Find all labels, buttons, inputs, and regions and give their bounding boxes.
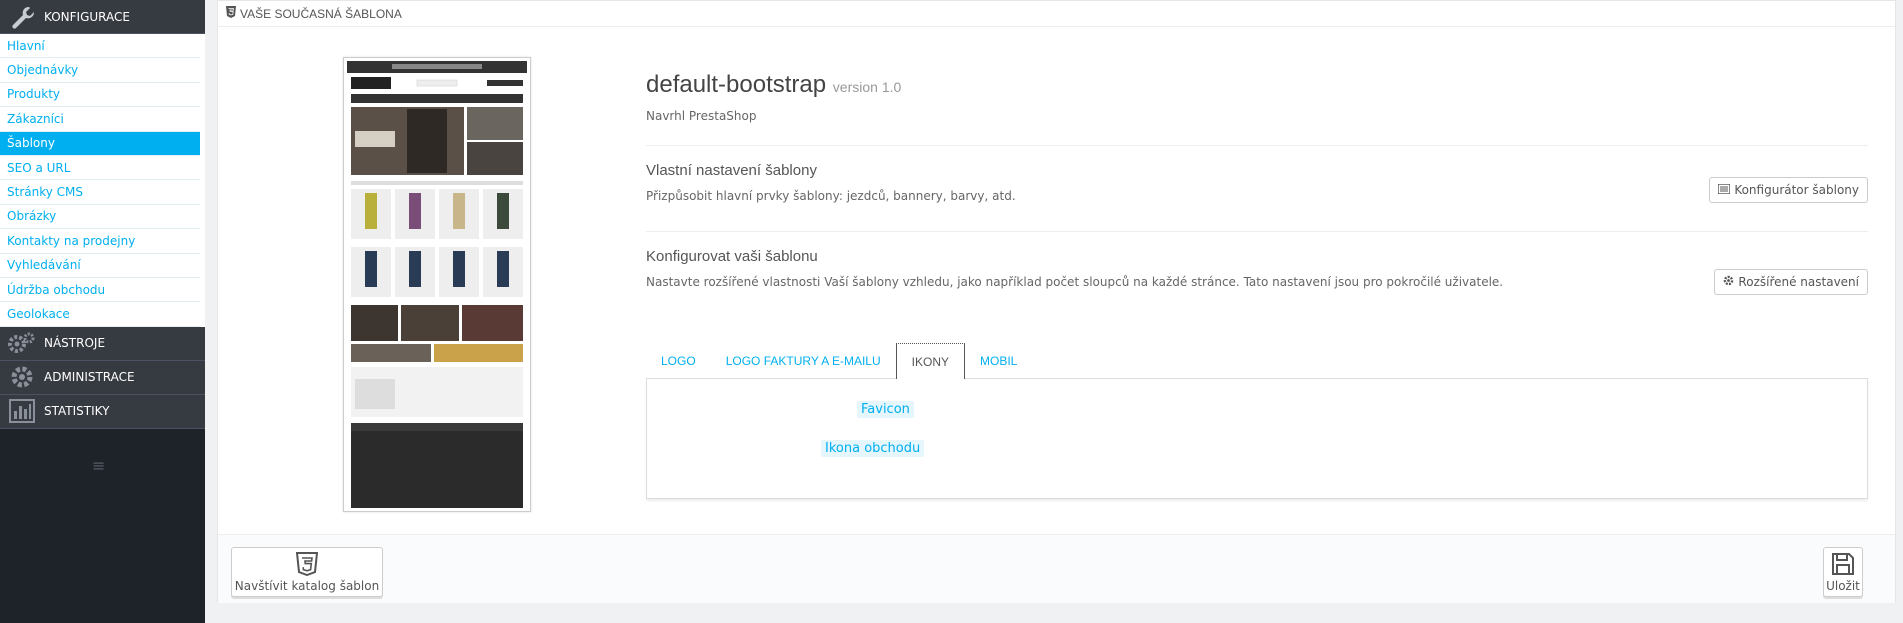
tab-content-icons: Favicon Ikona obchodu (646, 379, 1868, 499)
menu-collapse-icon[interactable]: ≡ (92, 456, 105, 475)
config-section: Konfigurovat vaši šablonu Nastavte rozší… (646, 231, 1868, 317)
favicon-label: Favicon (857, 401, 914, 418)
sidebar-item-cms[interactable]: Stránky CMS (0, 180, 200, 205)
theme-title: default-bootstrap version 1.0 (646, 71, 1868, 99)
settings-tabs: LOGO LOGO FAKTURY A E-MAILU IKONY MOBIL (646, 343, 1868, 379)
sidebar-item-hlavni[interactable]: Hlavní (0, 34, 200, 59)
visit-theme-catalog-label: Navštívit katalog šablon (234, 578, 380, 593)
tab-icons[interactable]: IKONY (895, 343, 965, 379)
sidebar-item-sablony[interactable]: Šablony (0, 131, 200, 156)
custom-settings-desc: Přizpůsobit hlavní prvky šablony: jezdců… (646, 189, 1016, 203)
theme-screenshot (347, 61, 527, 508)
cog-icon (1723, 275, 1734, 289)
html5-icon (295, 551, 319, 579)
sidebar-item-geolokace[interactable]: Geolokace (0, 302, 200, 327)
custom-settings-title: Vlastní nastavení šablony (646, 162, 817, 179)
panel-heading: VAŠE SOUČASNÁ ŠABLONA (218, 1, 1895, 27)
config-desc: Nastavte rozšířené vlastnosti Vaší šablo… (646, 275, 1504, 289)
config-title: Konfigurovat vaši šablonu (646, 248, 818, 265)
tab-mobile[interactable]: MOBIL (965, 343, 1032, 378)
save-label: Uložit (1826, 578, 1860, 593)
theme-author: Navrhl PrestaShop (646, 109, 757, 123)
theme-configurator-button[interactable]: Konfigurátor šablony (1709, 177, 1868, 203)
theme-info: default-bootstrap version 1.0 Navrhl Pre… (646, 71, 1868, 499)
sidebar-item-vyhledavani[interactable]: Vyhledávání (0, 254, 200, 278)
tab-logo[interactable]: LOGO (646, 343, 711, 378)
advanced-settings-label: Rozšířené nastavení (1738, 275, 1859, 289)
panel-title: VAŠE SOUČASNÁ ŠABLONA (240, 6, 402, 21)
wrench-icon (0, 4, 44, 30)
menu-statistiky[interactable]: STATISTIKY (0, 394, 205, 429)
bar-chart-icon (0, 399, 44, 424)
menu-nastroje-label: NÁSTROJE (44, 336, 106, 351)
theme-panel: VAŠE SOUČASNÁ ŠABLONA default-bootstrap … (217, 0, 1896, 603)
menu-nastroje[interactable]: NÁSTROJE (0, 326, 205, 361)
store-icon-label: Ikona obchodu (821, 440, 925, 457)
sidebar-item-udrzba[interactable]: Údržba obchodu (0, 278, 200, 303)
custom-settings-section: Vlastní nastavení šablony Přizpůsobit hl… (646, 145, 1868, 231)
advanced-settings-button[interactable]: Rozšířené nastavení (1714, 269, 1868, 295)
menu-administrace-label: ADMINISTRACE (44, 370, 135, 385)
menu-konfigurace[interactable]: KONFIGURACE (0, 0, 205, 34)
list-icon (1717, 183, 1732, 197)
sidebar-item-obrazky[interactable]: Obrázky (0, 205, 200, 230)
sidebar-item-objednavky[interactable]: Objednávky (0, 58, 200, 83)
submenu-konfigurace: Hlavní Objednávky Produkty Zákazníci Šab… (0, 34, 205, 327)
tab-logo-invoice-email[interactable]: LOGO FAKTURY A E-MAILU (711, 343, 896, 378)
theme-preview-image (343, 57, 531, 512)
save-button[interactable]: Uložit (1823, 547, 1863, 597)
menu-administrace[interactable]: ADMINISTRACE (0, 360, 205, 395)
visit-theme-catalog-button[interactable]: Navštívit katalog šablon (231, 547, 383, 597)
panel-footer: Navštívit katalog šablon Uložit (218, 534, 1895, 603)
html5-icon (226, 6, 236, 21)
floppy-disk-icon (1831, 552, 1855, 579)
sidebar-item-zakaznici[interactable]: Zákazníci (0, 107, 200, 132)
gears-icon (0, 331, 44, 355)
sidebar-item-kontakty[interactable]: Kontakty na prodejny (0, 229, 200, 254)
sidebar-item-produkty[interactable]: Produkty (0, 83, 200, 108)
gear-icon (0, 364, 44, 390)
theme-configurator-label: Konfigurátor šablony (1734, 183, 1859, 197)
theme-version: version 1.0 (832, 79, 902, 95)
menu-konfigurace-label: KONFIGURACE (44, 9, 130, 24)
menu-statistiky-label: STATISTIKY (44, 404, 110, 419)
sidebar-item-seo[interactable]: SEO a URL (0, 156, 200, 181)
theme-name: default-bootstrap (646, 71, 827, 98)
sidebar: KONFIGURACE Hlavní Objednávky Produkty Z… (0, 0, 205, 623)
